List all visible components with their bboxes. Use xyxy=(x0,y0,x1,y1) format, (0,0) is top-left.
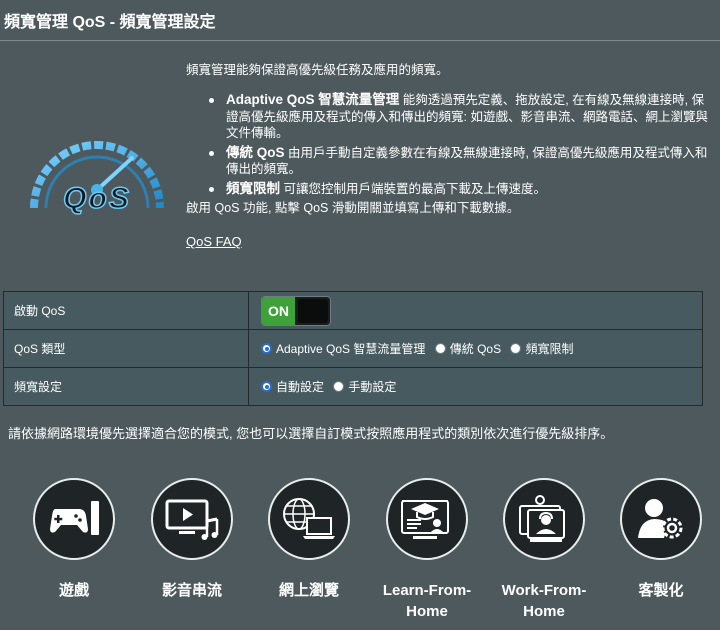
mode-gaming[interactable]: 遊戲 xyxy=(19,478,129,601)
mode-label-line: Learn-From- xyxy=(382,582,472,599)
mode-label: Work-From- Home xyxy=(489,580,599,622)
feature-term: Adaptive QoS 智慧流量管理 xyxy=(226,92,400,107)
enable-qos-label: 啟動 QoS xyxy=(3,291,249,330)
mode-circle[interactable] xyxy=(386,478,468,560)
mode-web-browsing[interactable]: 網上瀏覽 xyxy=(254,478,364,601)
mode-label-line: Home xyxy=(523,603,565,620)
radio-dot xyxy=(510,343,522,354)
qos-faq-link[interactable]: QoS FAQ xyxy=(186,233,242,250)
mode-media-streaming[interactable]: 影音串流 xyxy=(137,478,247,601)
mode-selection-hint: 請依據網路環境優先選擇適合您的模式, 您也可以選擇自訂模式按照應用程式的類別依次… xyxy=(8,426,614,441)
toggle-knob xyxy=(298,298,328,323)
feature-text: 由用戶手動自定義參數在有線及無線連接時, 保證高優先級應用及程式傳入和傳出的頻寬… xyxy=(226,145,708,177)
mode-customize[interactable]: 客製化 xyxy=(606,478,716,601)
radio-label: 頻寬限制 xyxy=(525,342,574,356)
enable-instructions: 啟用 QoS 功能, 點擊 QoS 滑動開關並填寫上傳和下載數據。 xyxy=(186,201,520,215)
toggle-on-label: ON xyxy=(262,296,296,325)
feature-term: 傳統 QoS xyxy=(226,144,285,160)
mode-circle[interactable] xyxy=(151,478,233,560)
mode-label: 網上瀏覽 xyxy=(278,582,339,599)
qos-mode-list: 遊戲 影音串流 網上瀏覽 Learn-From- Home Work-From-… xyxy=(0,478,720,630)
mode-work-from-home[interactable]: Work-From- Home xyxy=(489,478,599,622)
mode-circle[interactable] xyxy=(33,478,115,560)
settings-row-enable: 啟動 QoS ON xyxy=(3,291,703,330)
gamepad-icon xyxy=(50,501,99,535)
radio-automatic[interactable]: 自動設定 xyxy=(261,378,324,395)
title-divider xyxy=(0,40,720,41)
radio-dot-selected xyxy=(261,343,272,354)
logo-text: QoS xyxy=(63,182,131,215)
radio-bandwidth-limiter[interactable]: 頻寬限制 xyxy=(510,340,573,357)
mode-circle[interactable] xyxy=(268,478,350,560)
qos-speedometer-logo: QoS xyxy=(30,141,164,216)
mode-label: 遊戲 xyxy=(58,582,89,599)
customize-icon xyxy=(638,499,683,539)
radio-label: 手動設定 xyxy=(348,380,397,394)
mode-label-line: Work-From- xyxy=(501,582,587,599)
mode-label: 影音串流 xyxy=(161,582,222,599)
radio-traditional-qos[interactable]: 傳統 QoS xyxy=(434,340,502,357)
media-streaming-icon xyxy=(165,499,219,540)
enable-qos-toggle[interactable]: ON xyxy=(261,295,331,326)
radio-dot-selected xyxy=(261,381,272,392)
radio-label: 自動設定 xyxy=(276,380,325,394)
feature-text: 可讓您控制用戶端裝置的最高下載及上傳速度。 xyxy=(280,181,546,196)
learn-from-home-icon xyxy=(401,500,449,539)
mode-circle[interactable] xyxy=(620,478,702,560)
bandwidth-setting-label: 頻寬設定 xyxy=(3,367,249,406)
mode-circle[interactable] xyxy=(503,478,585,560)
intro-section: 頻寬管理能夠保證高優先級任務及應用的頻寬。 Adaptive QoS 智慧流量管… xyxy=(186,62,716,251)
radio-adaptive-qos[interactable]: Adaptive QoS 智慧流量管理 xyxy=(261,340,425,357)
work-from-home-icon xyxy=(519,495,565,542)
radio-label: Adaptive QoS 智慧流量管理 xyxy=(276,342,426,356)
radio-dot xyxy=(434,343,446,354)
mode-label: 客製化 xyxy=(638,582,684,599)
qos-type-label: QoS 類型 xyxy=(3,329,249,368)
feature-item-adaptive-qos: Adaptive QoS 智慧流量管理 能夠透過預先定義、拖放設定, 在有線及無… xyxy=(209,92,716,142)
qos-settings-table: 啟動 QoS ON QoS 類型 Adaptive QoS 智慧流量管理 傳統 … xyxy=(3,291,703,406)
settings-row-bandwidth: 頻寬設定 自動設定 手動設定 xyxy=(3,367,703,406)
radio-manual[interactable]: 手動設定 xyxy=(333,378,396,395)
settings-row-qos-type: QoS 類型 Adaptive QoS 智慧流量管理 傳統 QoS 頻寬限制 xyxy=(3,329,703,368)
page-title: 頻寬管理 QoS - 頻寬管理設定 xyxy=(4,14,216,31)
feature-list: Adaptive QoS 智慧流量管理 能夠透過預先定義、拖放設定, 在有線及無… xyxy=(209,92,716,197)
radio-dot xyxy=(333,381,345,392)
feature-term: 頻寬限制 xyxy=(226,180,280,196)
mode-label-line: Home xyxy=(406,603,448,620)
radio-label: 傳統 QoS xyxy=(449,342,502,356)
intro-lead: 頻寬管理能夠保證高優先級任務及應用的頻寬。 xyxy=(186,63,449,77)
feature-item-bandwidth-limiter: 頻寬限制 可讓您控制用戶端裝置的最高下載及上傳速度。 xyxy=(209,181,716,198)
mode-learn-from-home[interactable]: Learn-From- Home xyxy=(372,478,482,622)
mode-label: Learn-From- Home xyxy=(372,580,482,622)
web-browsing-icon xyxy=(283,498,335,539)
feature-item-traditional-qos: 傳統 QoS 由用戶手動自定義參數在有線及無線連接時, 保證高優先級應用及程式傳… xyxy=(209,145,716,178)
